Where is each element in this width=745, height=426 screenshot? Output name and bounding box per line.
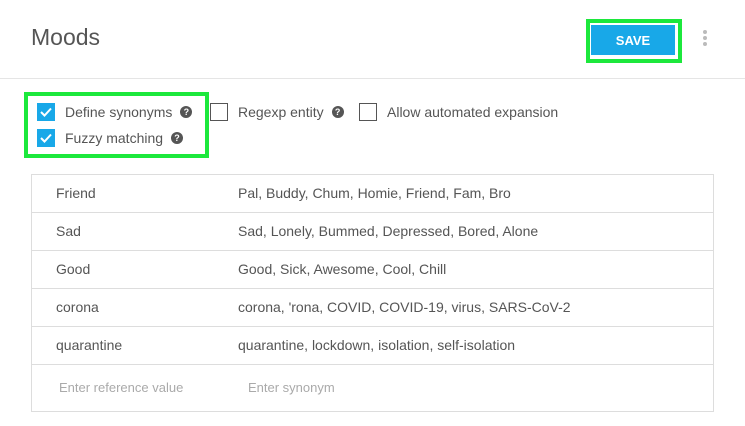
options-highlight — [24, 92, 209, 158]
synonyms[interactable]: Good, Sick, Awesome, Cool, Chill — [238, 261, 446, 277]
table-row: quarantine quarantine, lockdown, isolati… — [32, 327, 713, 365]
reference-value-input[interactable] — [59, 380, 229, 395]
reference-value[interactable]: corona — [56, 299, 99, 315]
option-allow-expansion: Allow automated expansion — [359, 103, 558, 121]
allow-expansion-label: Allow automated expansion — [387, 104, 559, 120]
fuzzy-matching-checkbox[interactable] — [37, 129, 55, 147]
more-options-icon[interactable] — [699, 30, 711, 48]
regexp-entity-label: Regexp entity — [238, 104, 324, 120]
save-button[interactable]: SAVE — [591, 25, 675, 55]
help-icon[interactable]: ? — [331, 106, 344, 118]
define-synonyms-checkbox[interactable] — [37, 103, 55, 121]
synonyms[interactable]: quarantine, lockdown, isolation, self-is… — [238, 337, 515, 353]
regexp-entity-checkbox[interactable] — [210, 103, 228, 121]
allow-expansion-checkbox[interactable] — [359, 103, 377, 121]
option-regexp-entity: Regexp entity ? — [210, 103, 344, 121]
table-row: Sad Sad, Lonely, Bummed, Depressed, Bore… — [32, 213, 713, 251]
synonyms[interactable]: corona, 'rona, COVID, COVID-19, virus, S… — [238, 299, 571, 315]
reference-value[interactable]: Friend — [56, 185, 96, 201]
synonyms[interactable]: Sad, Lonely, Bummed, Depressed, Bored, A… — [238, 223, 538, 239]
synonym-input[interactable] — [248, 380, 668, 395]
table-row: Friend Pal, Buddy, Chum, Homie, Friend, … — [32, 175, 713, 213]
reference-value[interactable]: quarantine — [56, 337, 122, 353]
reference-value[interactable]: Good — [56, 261, 90, 277]
reference-value[interactable]: Sad — [56, 223, 81, 239]
fuzzy-matching-label: Fuzzy matching — [65, 130, 164, 146]
synonyms[interactable]: Pal, Buddy, Chum, Homie, Friend, Fam, Br… — [238, 185, 511, 201]
page-title: Moods — [31, 24, 101, 50]
table-row: corona corona, 'rona, COVID, COVID-19, v… — [32, 289, 713, 327]
help-icon[interactable]: ? — [180, 106, 193, 118]
new-entry-row — [32, 365, 713, 415]
check-icon — [40, 133, 52, 143]
help-icon[interactable]: ? — [171, 132, 184, 144]
option-fuzzy-matching: Fuzzy matching ? — [37, 129, 184, 147]
table-row: Good Good, Sick, Awesome, Cool, Chill — [32, 251, 713, 289]
header: Moods SAVE — [0, 0, 745, 79]
check-icon — [40, 107, 52, 117]
option-define-synonyms: Define synonyms ? — [37, 103, 193, 121]
entries-table: Friend Pal, Buddy, Chum, Homie, Friend, … — [31, 174, 714, 412]
define-synonyms-label: Define synonyms — [65, 104, 173, 120]
